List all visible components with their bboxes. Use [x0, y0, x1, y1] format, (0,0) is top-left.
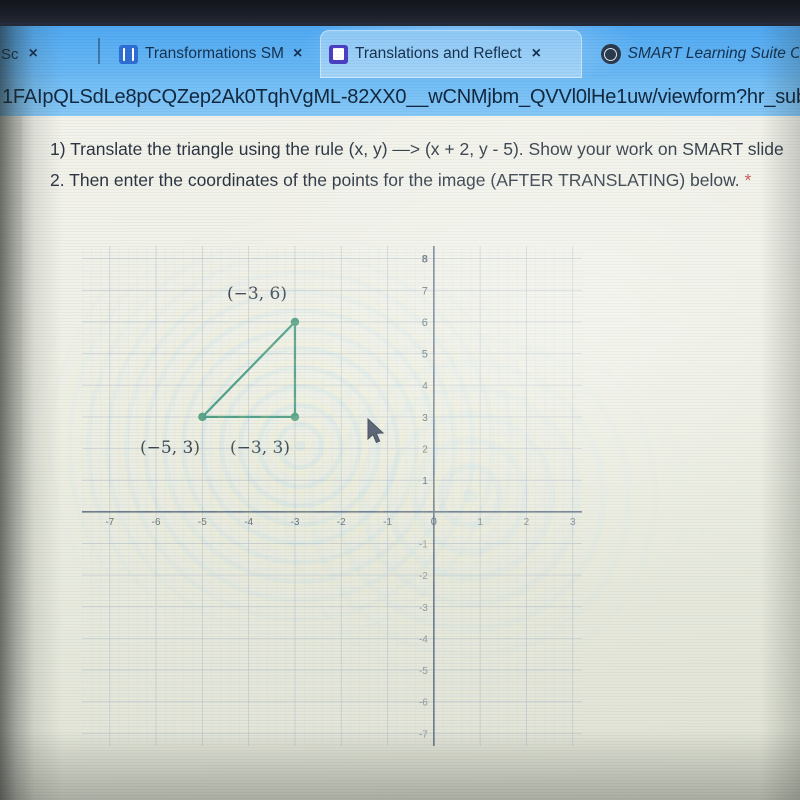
tab-separator: [98, 38, 100, 64]
graph-svg: -7 -6 -5 -4 -3 -2 -1 0 1 2 387654321-1-2-3-4-5-6-7: [82, 246, 582, 746]
tab-title-0: Sc: [1, 45, 19, 63]
monitor-bezel: [0, 0, 800, 26]
browser-tab-2-active[interactable]: Translations and Reflect ×: [320, 30, 582, 78]
tick-labels: -7 -6 -5 -4 -3 -2 -1 0 1 2 387654321-1-2-3-4-5-6-7: [105, 254, 576, 741]
svg-text:-7: -7: [105, 517, 114, 528]
svg-text:-4: -4: [419, 634, 428, 645]
question-text: 1) Translate the triangle using the rule…: [50, 134, 792, 196]
tab-close-2[interactable]: ×: [529, 46, 544, 62]
svg-text:5: 5: [422, 349, 428, 361]
svg-text:-5: -5: [198, 517, 207, 528]
svg-text:-1: -1: [383, 517, 392, 528]
url-text: 1FAIpQLSdLe8pCQZep2Ak0TqhVgML-82XX0__wCN…: [2, 85, 800, 108]
vertex-label-2: (−3, 3): [230, 438, 290, 458]
form-card: 1) Translate the triangle using the rule…: [22, 116, 800, 800]
browser-chrome: Sc × Transformations SMART × Translation…: [0, 24, 800, 116]
svg-text:-2: -2: [419, 571, 428, 582]
svg-text:1: 1: [477, 517, 483, 528]
svg-text:7: 7: [422, 285, 428, 297]
minor-gridlines: [82, 246, 582, 746]
svg-text:-7: -7: [419, 729, 428, 740]
browser-tab-1[interactable]: Transformations SMART ×: [110, 30, 318, 78]
svg-text:4: 4: [422, 381, 428, 392]
svg-text:1: 1: [422, 476, 428, 487]
svg-text:-5: -5: [419, 666, 428, 677]
address-bar[interactable]: 1FAIpQLSdLe8pCQZep2Ak0TqhVgML-82XX0__wCN…: [0, 78, 800, 116]
vertex-point-1: [198, 412, 207, 422]
globe-icon: [601, 44, 621, 64]
vertex-point-0: [290, 317, 300, 327]
coordinate-graph: -7 -6 -5 -4 -3 -2 -1 0 1 2 3 8 7 6 5 4 3 2 1 -1 -2 -3 -4 -5 -6 -7…: [82, 246, 582, 746]
svg-text:8: 8: [422, 254, 428, 266]
svg-text:-6: -6: [152, 517, 161, 528]
svg-text:-3: -3: [419, 603, 428, 614]
vertex-point-2: [290, 412, 300, 422]
question-body: 1) Translate the triangle using the rule…: [50, 139, 784, 190]
svg-text:2: 2: [422, 445, 428, 456]
tab-title-3: SMART Learning Suite O: [627, 45, 799, 62]
form-page: 1) Translate the triangle using the rule…: [0, 116, 800, 800]
google-forms-icon: [329, 44, 348, 64]
svg-text:6: 6: [422, 317, 428, 329]
svg-text:-2: -2: [337, 517, 346, 528]
svg-text:3: 3: [570, 517, 576, 528]
vertex-label-1: (−5, 3): [140, 438, 200, 458]
svg-text:2: 2: [524, 517, 530, 528]
svg-text:0: 0: [431, 516, 437, 528]
google-docs-icon: [119, 44, 138, 64]
browser-tab-3[interactable]: SMART Learning Suite O: [592, 30, 800, 78]
screen-photo: Sc × Transformations SMART × Translation…: [0, 0, 800, 800]
svg-text:-6: -6: [419, 698, 428, 709]
tab-title-1: Transformations SMART: [145, 45, 283, 62]
tab-close-1[interactable]: ×: [290, 46, 305, 62]
svg-text:-4: -4: [244, 517, 253, 528]
vertex-label-0: (−3, 6): [227, 284, 287, 304]
tab-title-2: Translations and Reflect: [355, 45, 522, 62]
svg-text:-1: -1: [419, 539, 428, 550]
browser-tab-0[interactable]: Sc ×: [0, 30, 88, 78]
tab-close-0[interactable]: ×: [26, 46, 41, 62]
svg-text:3: 3: [422, 413, 428, 424]
svg-text:-3: -3: [291, 517, 300, 528]
required-asterisk: *: [744, 170, 752, 190]
mouse-cursor: [366, 417, 386, 451]
tab-strip: Sc × Transformations SMART × Translation…: [0, 24, 800, 78]
